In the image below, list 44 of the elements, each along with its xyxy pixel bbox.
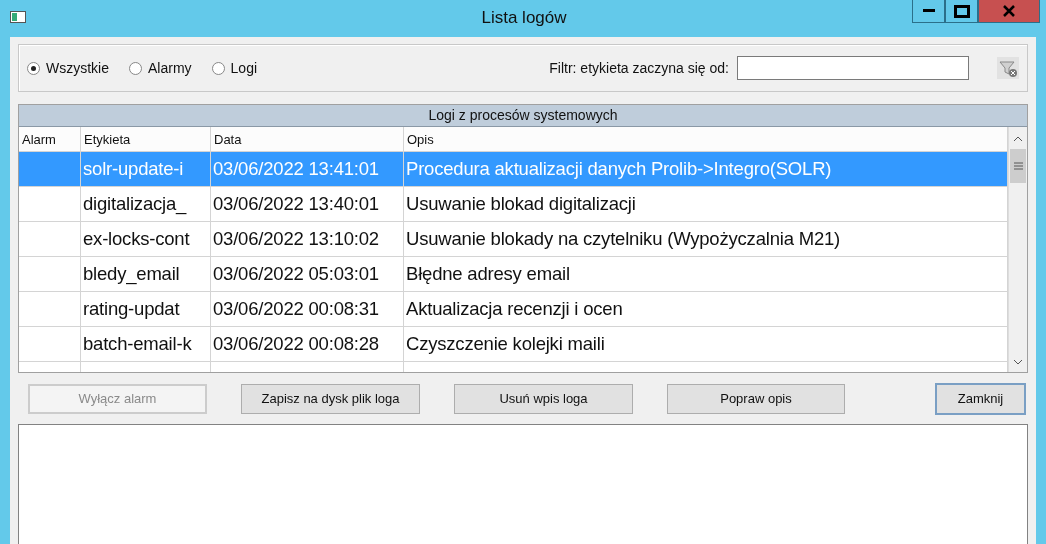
table-cell: 03/06/2022 00:08:31 <box>211 292 404 326</box>
table-cell: 03/06/2022 00:08:28 <box>211 327 404 361</box>
grip-icon <box>1013 162 1023 170</box>
table-cell: digitalizacja_ <box>81 187 211 221</box>
radio-button[interactable] <box>129 61 142 75</box>
minimize-icon <box>922 9 935 13</box>
action-button[interactable]: Popraw opis <box>667 383 845 414</box>
table-row[interactable]: batch-email-k 03/06/2022 00:08:28 Czyszczenie kolejki maili <box>19 327 1008 362</box>
minimize-button[interactable] <box>912 0 945 23</box>
column-header[interactable]: Data <box>211 127 404 151</box>
table-cell: 03/06/2022 13:10:02 <box>211 222 404 256</box>
filter-label: Filtr: etykieta zaczyna się od: <box>549 60 729 76</box>
table-cell: rating-updat <box>81 292 211 326</box>
radio-label[interactable]: Wszystkie <box>46 60 109 76</box>
table-cell: 03/06/2022 13:40:01 <box>211 187 404 221</box>
table-row[interactable]: digitalizacja_ 03/06/2022 13:40:01 Usuwanie blokad digitalizacji <box>19 187 1008 222</box>
table-cell: solr-update-i <box>81 152 211 186</box>
table-cell: batch-email-k <box>81 327 211 361</box>
window-title: Lista logów <box>480 8 568 28</box>
table-cell: 03/06/2022 13:41:01 <box>211 152 404 186</box>
table-cell: ex-locks-cont <box>81 222 211 256</box>
table-cell: bledy_email <box>81 257 211 291</box>
column-header[interactable]: Etykieta <box>81 127 211 151</box>
table-cell: 03/06/2022 05:03:01 <box>211 257 404 291</box>
clear-filter-icon[interactable] <box>997 57 1019 79</box>
table-row[interactable]: rating-updat 03/06/2022 00:08:31 Aktualizacja recenzji i ocen <box>19 292 1008 327</box>
radio-label[interactable]: Logi <box>230 60 258 76</box>
table-title: Logi z procesów systemowych <box>19 105 1027 127</box>
radio-label[interactable]: Alarmy <box>148 60 192 76</box>
column-header[interactable]: Alarm <box>19 127 81 151</box>
close-button[interactable] <box>978 0 1040 23</box>
radio-button[interactable] <box>211 61 225 75</box>
table-row[interactable]: ex-locks-cont 03/06/2022 13:10:02 Usuwanie blokady na czytelniku (Wypożyczalnia M21) <box>19 222 1008 257</box>
maximize-button[interactable] <box>945 0 978 23</box>
action-button[interactable]: Zapisz na dysk plik loga <box>241 383 420 414</box>
table-row[interactable]: bledy_email 03/06/2022 05:03:01 Błędne adresy email <box>19 257 1008 292</box>
action-button[interactable]: Usuń wpis loga <box>454 383 633 414</box>
action-button[interactable]: Zamknij <box>935 382 1026 415</box>
maximize-icon <box>953 4 970 18</box>
filter-input[interactable] <box>737 56 969 80</box>
radio-button[interactable] <box>27 61 40 75</box>
close-icon <box>1003 5 1015 17</box>
scroll-thumb[interactable] <box>1010 149 1026 183</box>
window-app-icon <box>10 11 26 23</box>
